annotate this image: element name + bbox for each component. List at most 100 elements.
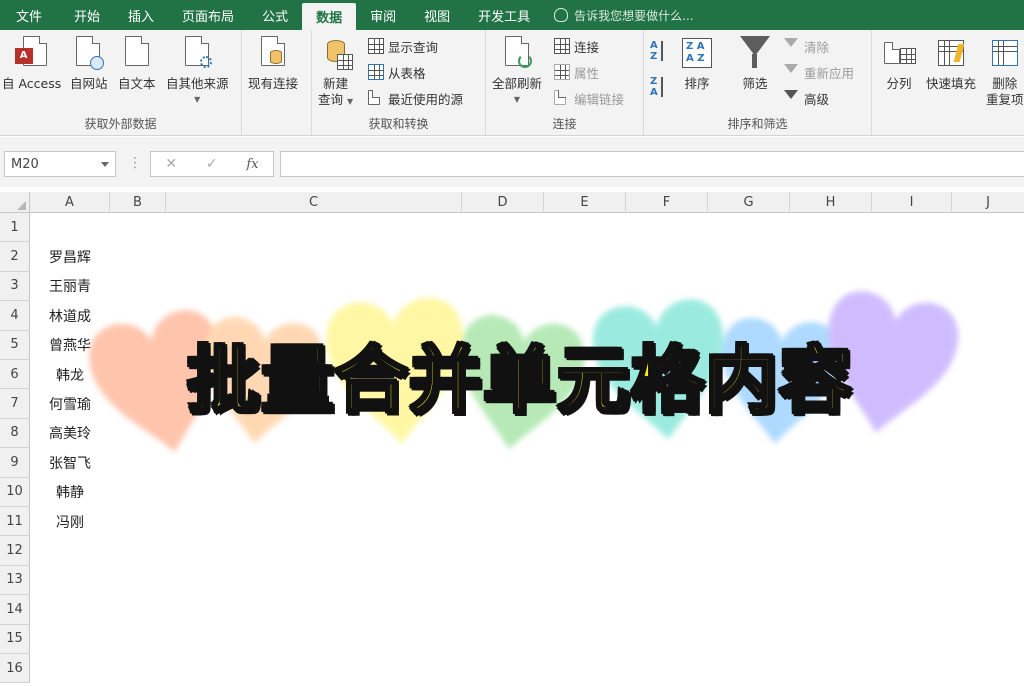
table-cell[interactable]: 何雪瑜 <box>30 389 110 418</box>
column-header[interactable]: J <box>952 192 1024 213</box>
from-other-sources-button[interactable]: 自其他来源 ▼ <box>166 34 229 108</box>
table-cell[interactable] <box>30 566 110 595</box>
tab-view[interactable]: 视图 <box>410 0 464 30</box>
new-query-button[interactable]: 新建 查询 ▼ <box>318 34 353 110</box>
advanced-filter-button[interactable]: 高级 <box>784 88 829 108</box>
flash-fill-button[interactable]: 快速填充 <box>926 34 976 92</box>
table-cell[interactable] <box>30 536 110 565</box>
existing-connections-icon <box>256 34 290 72</box>
column-header[interactable]: H <box>790 192 872 213</box>
properties-icon <box>554 64 570 80</box>
table-icon <box>368 64 384 80</box>
table-cell[interactable]: 曾燕华 <box>30 331 110 360</box>
refresh-all-button[interactable]: 全部刷新 ▼ <box>492 34 542 108</box>
filter-funnel-icon <box>738 34 772 72</box>
row-header[interactable]: 1 <box>0 213 30 243</box>
overlay-title: 批量合并单元格内容 <box>185 336 853 423</box>
row-header[interactable]: 12 <box>0 536 30 566</box>
tab-file[interactable]: 文件 <box>0 0 60 30</box>
text-to-columns-button[interactable]: 分列 <box>882 34 916 92</box>
table-cell[interactable]: 韩静 <box>30 478 110 507</box>
row-header[interactable]: 3 <box>0 271 30 302</box>
group-label-connections: 连接 <box>552 117 577 131</box>
recent-sources-button[interactable]: 最近使用的源 <box>368 88 463 108</box>
sort-za-button[interactable]: ZA <box>650 77 672 98</box>
reapply-button[interactable]: 重新应用 <box>784 62 854 82</box>
column-header[interactable]: B <box>110 192 166 213</box>
table-cell[interactable]: 林道成 <box>30 301 110 330</box>
table-cell[interactable]: 王丽青 <box>30 272 110 301</box>
table-cell[interactable]: 高美玲 <box>30 419 110 448</box>
row-header[interactable]: 14 <box>0 595 30 625</box>
web-icon <box>72 34 106 72</box>
more-dots-icon[interactable]: ⋮ <box>128 155 142 171</box>
new-query-icon <box>319 34 353 72</box>
column-header[interactable]: E <box>544 192 626 213</box>
insert-function-icon[interactable]: fx <box>246 157 258 172</box>
group-existing-connections: 现有连接 <box>242 30 312 136</box>
access-icon: A <box>14 34 49 72</box>
table-cell[interactable] <box>30 595 110 624</box>
enter-check-icon[interactable]: ✓ <box>206 156 218 172</box>
table-cell[interactable]: 罗昌辉 <box>30 242 110 271</box>
tab-insert[interactable]: 插入 <box>114 0 168 30</box>
from-access-button[interactable]: A 自 Access <box>2 34 61 92</box>
sort-button[interactable]: Z AA Z 排序 <box>680 34 714 92</box>
column-header[interactable]: A <box>30 192 110 213</box>
tab-formulas[interactable]: 公式 <box>248 0 302 30</box>
name-box[interactable]: M20 <box>4 151 116 177</box>
table-cell[interactable]: 张智飞 <box>30 448 110 477</box>
table-cell[interactable] <box>30 654 110 683</box>
table-cell[interactable]: 冯刚 <box>30 507 110 536</box>
filter-button[interactable]: 筛选 <box>738 34 772 92</box>
tab-developer[interactable]: 开发工具 <box>464 0 544 30</box>
group-connections: 全部刷新 ▼ 连接 属性 编辑链接 连接 <box>486 30 644 136</box>
row-header[interactable]: 7 <box>0 389 30 419</box>
row-header[interactable]: 5 <box>0 330 30 360</box>
group-get-external-data: A 自 Access 自网站 自文本 自其他来源 ▼ 获取外部数据 <box>0 30 242 136</box>
table-cell[interactable] <box>30 213 110 242</box>
select-all-button[interactable] <box>0 192 30 213</box>
column-header[interactable]: F <box>626 192 708 213</box>
from-web-button[interactable]: 自网站 <box>70 34 108 92</box>
column-header[interactable]: D <box>462 192 544 213</box>
row-header[interactable]: 6 <box>0 360 30 390</box>
row-header[interactable]: 16 <box>0 654 30 684</box>
worksheet-grid[interactable] <box>30 213 1024 686</box>
row-header[interactable]: 11 <box>0 507 30 537</box>
row-header[interactable]: 2 <box>0 242 30 272</box>
properties-button[interactable]: 属性 <box>554 62 599 82</box>
formula-buttons: ✕ ✓ fx <box>150 151 274 177</box>
chevron-down-icon[interactable] <box>101 162 109 167</box>
edit-links-button[interactable]: 编辑链接 <box>554 88 624 108</box>
tell-me-placeholder: 告诉我您想要做什么... <box>574 8 694 23</box>
remove-duplicates-button[interactable]: 删除 重复项 <box>986 34 1024 108</box>
column-header[interactable]: G <box>708 192 790 213</box>
row-header[interactable]: 15 <box>0 624 30 654</box>
tab-data[interactable]: 数据 <box>302 3 357 30</box>
connections-button[interactable]: 连接 <box>554 36 599 56</box>
row-header[interactable]: 8 <box>0 418 30 449</box>
row-header[interactable]: 4 <box>0 301 30 331</box>
table-cell[interactable]: 韩龙 <box>30 360 110 389</box>
table-cell[interactable] <box>30 625 110 654</box>
column-header[interactable]: C <box>166 192 462 213</box>
show-queries-button[interactable]: 显示查询 <box>368 36 438 56</box>
tab-review[interactable]: 审阅 <box>356 0 410 30</box>
row-header[interactable]: 10 <box>0 477 30 507</box>
from-table-button[interactable]: 从表格 <box>368 62 426 82</box>
clear-filter-button[interactable]: 清除 <box>784 36 829 56</box>
row-header[interactable]: 9 <box>0 448 30 478</box>
existing-connections-button[interactable]: 现有连接 <box>248 34 298 92</box>
sort-az-icon: AZ <box>650 41 668 63</box>
tell-me-box[interactable]: 告诉我您想要做什么... <box>554 0 694 30</box>
column-header[interactable]: I <box>872 192 952 213</box>
formula-input[interactable] <box>280 151 1024 177</box>
flash-fill-icon <box>934 34 968 72</box>
from-text-button[interactable]: 自文本 <box>118 34 156 92</box>
tab-page-layout[interactable]: 页面布局 <box>168 0 248 30</box>
sort-az-button[interactable]: AZ <box>650 41 672 63</box>
cancel-icon[interactable]: ✕ <box>165 156 177 172</box>
row-header[interactable]: 13 <box>0 565 30 596</box>
tab-home[interactable]: 开始 <box>60 0 114 30</box>
